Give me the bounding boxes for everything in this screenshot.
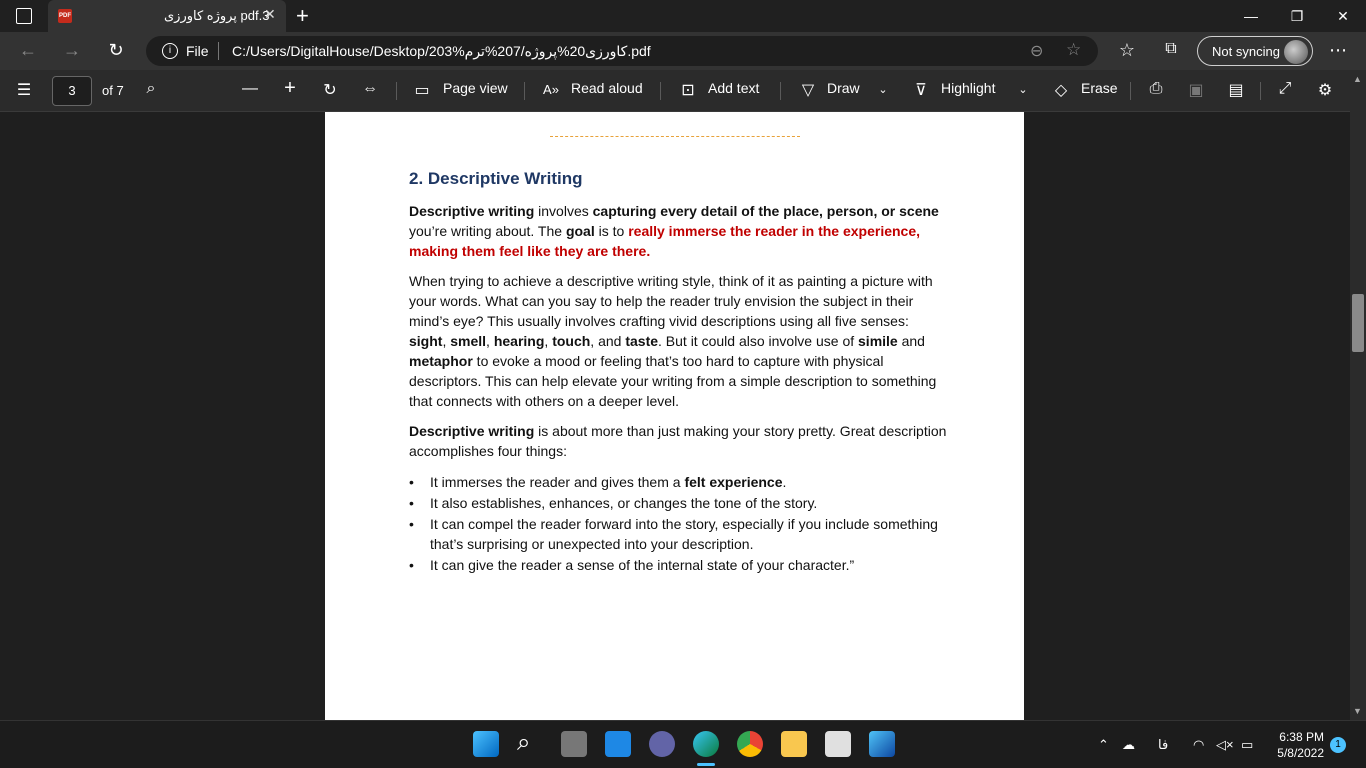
print-icon[interactable]: ⎙ xyxy=(1146,80,1166,98)
show-hidden-icons-chevron-icon[interactable]: ⌃ xyxy=(1098,737,1109,753)
battery-icon[interactable]: ▭ xyxy=(1241,737,1253,753)
paragraph-2: When trying to achieve a descriptive wri… xyxy=(409,273,937,409)
read-aloud-icon[interactable]: A» xyxy=(541,82,561,97)
active-app-indicator xyxy=(697,763,715,766)
vertical-scrollbar[interactable]: ▲ ▼ xyxy=(1350,70,1366,720)
fit-page-icon[interactable]: ⇔ xyxy=(360,80,380,98)
list-item: It can compel the reader forward into th… xyxy=(409,514,949,554)
highlight-icon[interactable]: ⊽ xyxy=(911,80,931,100)
erase-button[interactable]: Erase xyxy=(1081,80,1118,96)
volume-muted-icon[interactable]: ◁× xyxy=(1216,737,1234,753)
toolbar-divider xyxy=(1260,82,1261,100)
list-item: It also establishes, enhances, or change… xyxy=(409,493,949,513)
scheme-label: File xyxy=(186,43,209,59)
more-icon[interactable]: ⋯ xyxy=(1326,40,1350,61)
zoom-in-icon[interactable]: + xyxy=(280,77,300,100)
favorites-icon[interactable]: ☆ xyxy=(1115,40,1139,61)
bullet-list: It immerses the reader and gives them a … xyxy=(409,472,949,576)
draw-icon[interactable]: ▽ xyxy=(798,80,818,100)
notification-badge[interactable]: 1 xyxy=(1330,737,1346,753)
address-bar: ← → ↻ i File C:/Users/DigitalHouse/Deskt… xyxy=(0,32,1366,70)
toolbar-divider xyxy=(396,82,397,100)
avatar xyxy=(1284,40,1308,64)
sync-status: Not syncing xyxy=(1212,44,1280,59)
save-as-icon[interactable]: ▤ xyxy=(1226,80,1246,100)
pdf-file-icon: PDF xyxy=(58,9,72,23)
tab-title: پروژه کاورزی pdf.3 xyxy=(164,8,270,23)
read-aloud-button[interactable]: Read aloud xyxy=(571,80,643,96)
scroll-up-icon[interactable]: ▲ xyxy=(1353,74,1362,84)
tab-pdf[interactable]: PDF پروژه کاورزی pdf.3 ✕ xyxy=(48,0,286,32)
date: 5/8/2022 xyxy=(1277,746,1324,760)
minimize-button[interactable]: — xyxy=(1228,0,1274,32)
list-item: It can give the reader a sense of the in… xyxy=(409,555,949,575)
forward-icon[interactable]: → xyxy=(60,40,84,61)
taskbar: ⌕ ⌃ ☁ فا ◠ ◁× ▭ 6:38 PM 5/8/2022 1 xyxy=(0,720,1366,768)
zoom-icon[interactable]: ⊖ xyxy=(1030,41,1043,61)
toolbar-divider xyxy=(1130,82,1131,100)
tab-actions-icon[interactable] xyxy=(16,8,32,24)
page-total: of 7 xyxy=(102,83,124,98)
add-text-button[interactable]: Add text xyxy=(708,80,759,96)
zoom-out-icon[interactable]: — xyxy=(240,80,260,98)
close-button[interactable]: ✕ xyxy=(1320,0,1366,32)
toolbar-divider xyxy=(660,82,661,100)
widgets-icon[interactable] xyxy=(605,731,631,757)
onedrive-icon[interactable]: ☁ xyxy=(1122,737,1135,753)
highlight-button[interactable]: Highlight xyxy=(941,80,995,96)
title-bar: PDF پروژه کاورزی pdf.3 ✕ + — ❐ ✕ xyxy=(0,0,1366,32)
edge-icon[interactable] xyxy=(693,731,719,757)
language-indicator[interactable]: فا xyxy=(1158,737,1168,753)
settings-icon[interactable]: ⚙ xyxy=(1315,80,1335,100)
wifi-icon[interactable]: ◠ xyxy=(1193,737,1204,753)
dashed-divider xyxy=(550,136,800,137)
section-heading: 2. Descriptive Writing xyxy=(409,169,583,188)
back-icon[interactable]: ← xyxy=(16,40,40,61)
draw-button[interactable]: Draw xyxy=(827,80,860,96)
url-input[interactable]: i File C:/Users/DigitalHouse/Desktop/203… xyxy=(146,36,1098,66)
page-view-icon[interactable]: ▭ xyxy=(412,80,432,100)
profile-button[interactable]: Not syncing xyxy=(1197,36,1313,66)
chat-icon[interactable] xyxy=(649,731,675,757)
search-icon[interactable]: ⌕ xyxy=(517,729,530,757)
start-icon[interactable] xyxy=(473,731,499,757)
toolbar-divider xyxy=(524,82,525,100)
collections-icon[interactable]: ⧉ xyxy=(1159,40,1183,58)
contents-icon[interactable]: ☰ xyxy=(14,80,34,100)
paragraph-3: Descriptive writing is about more than j… xyxy=(409,423,947,459)
add-text-icon[interactable]: ⊡ xyxy=(678,80,698,100)
scrollbar-thumb[interactable] xyxy=(1352,294,1364,352)
pdf-page: 2. Descriptive Writing Descriptive writi… xyxy=(325,112,1024,720)
pdf-toolbar: ☰ 3 of 7 ⌕ — + ↻ ⇔ ▭ Page view A» Read a… xyxy=(0,70,1366,112)
restore-button[interactable]: ❐ xyxy=(1274,0,1320,32)
scroll-down-icon[interactable]: ▼ xyxy=(1353,706,1362,716)
info-icon[interactable]: i xyxy=(162,43,178,59)
page-number-input[interactable]: 3 xyxy=(52,76,92,106)
rotate-icon[interactable]: ↻ xyxy=(320,80,340,100)
toolbar-divider xyxy=(780,82,781,100)
add-favorite-icon[interactable]: ☆ xyxy=(1066,40,1081,60)
fullscreen-icon[interactable]: ⤢ xyxy=(1275,80,1295,98)
refresh-icon[interactable]: ↻ xyxy=(104,40,128,61)
pdf-viewer[interactable]: 2. Descriptive Writing Descriptive writi… xyxy=(0,112,1350,720)
search-icon[interactable]: ⌕ xyxy=(141,80,161,98)
time: 6:38 PM xyxy=(1279,730,1324,744)
clock[interactable]: 6:38 PM 5/8/2022 xyxy=(1270,729,1324,761)
tab-close-icon[interactable]: ✕ xyxy=(264,6,276,23)
task-view-icon[interactable] xyxy=(561,731,587,757)
paragraph-1: Descriptive writing involves capturing e… xyxy=(409,203,939,259)
erase-icon[interactable]: ◇ xyxy=(1051,80,1071,100)
list-item: It immerses the reader and gives them a … xyxy=(409,472,949,492)
file-explorer-icon[interactable] xyxy=(781,731,807,757)
save-icon[interactable]: ▣ xyxy=(1186,80,1206,100)
new-tab-button[interactable]: + xyxy=(296,3,309,29)
highlight-options-chevron-icon[interactable]: ⌄ xyxy=(1013,83,1033,96)
draw-options-chevron-icon[interactable]: ⌄ xyxy=(873,83,893,96)
url-text[interactable]: C:/Users/DigitalHouse/Desktop/203%کاورزی… xyxy=(232,43,651,60)
photos-icon[interactable] xyxy=(869,731,895,757)
url-divider xyxy=(218,42,219,60)
chrome-icon[interactable] xyxy=(737,731,763,757)
page-view-button[interactable]: Page view xyxy=(443,80,508,96)
store-icon[interactable] xyxy=(825,731,851,757)
